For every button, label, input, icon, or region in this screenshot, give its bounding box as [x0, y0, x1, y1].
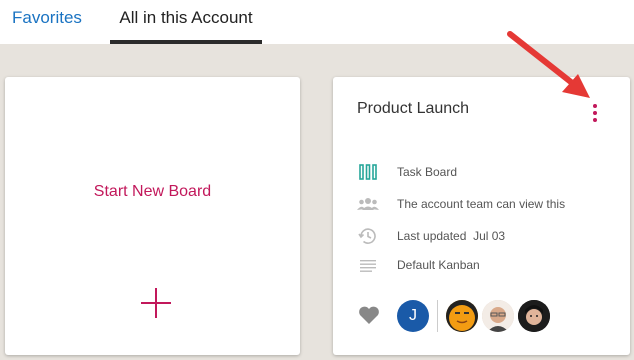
last-updated-label: Last updated [397, 229, 467, 243]
tab-favorites[interactable]: Favorites [12, 0, 82, 44]
start-new-board-card[interactable]: Start New Board [5, 77, 300, 355]
team-icon [357, 194, 379, 214]
board-card-product-launch[interactable]: Product Launch Task Board The account te… [333, 77, 630, 355]
avatar-member-1[interactable] [446, 300, 478, 332]
lines-icon [357, 255, 379, 275]
plus-icon [141, 288, 171, 318]
avatar-member-2[interactable] [482, 300, 514, 332]
board-footer: J [357, 298, 617, 334]
last-updated-text: Last updated Jul 03 [397, 229, 505, 243]
more-options-icon[interactable] [585, 103, 605, 123]
heart-icon[interactable] [357, 304, 381, 326]
task-board-icon [357, 162, 379, 182]
tab-all-in-account[interactable]: All in this Account [110, 0, 262, 44]
visibility-text: The account team can view this [397, 197, 566, 211]
last-updated-row: Last updated Jul 03 [357, 226, 505, 246]
visibility-row: The account team can view this [357, 194, 565, 214]
template-text: Default Kanban [397, 258, 480, 272]
start-new-board-label: Start New Board [93, 183, 212, 200]
history-icon [357, 226, 379, 246]
red-arrow-annotation [507, 31, 590, 98]
last-updated-date: Jul 03 [473, 229, 506, 243]
template-row: Default Kanban [357, 255, 480, 275]
active-tab-indicator [110, 40, 262, 44]
tab-all-in-account-label: All in this Account [119, 8, 253, 27]
board-type-row: Task Board [357, 162, 457, 182]
avatar-owner[interactable]: J [397, 300, 429, 332]
avatar-member-3[interactable] [518, 300, 550, 332]
board-type-text: Task Board [397, 165, 458, 179]
board-title[interactable]: Product Launch [357, 100, 469, 118]
avatar-divider [437, 300, 438, 332]
